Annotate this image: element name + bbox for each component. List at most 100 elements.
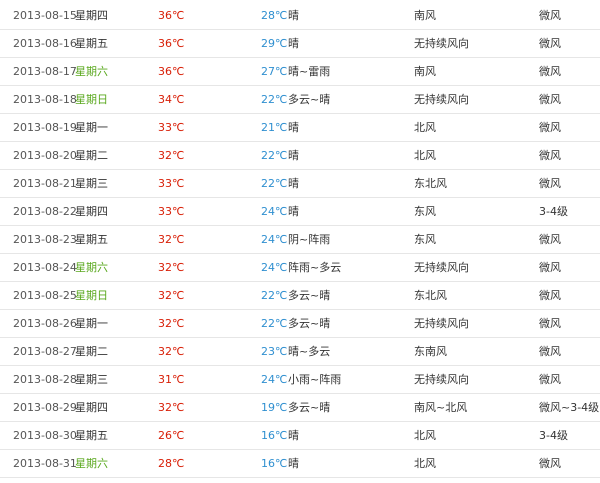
condition-cell: 小雨~阵雨 [288, 373, 342, 386]
high-temp-cell: 32℃ [158, 401, 185, 414]
high-temp-cell: 28℃ [158, 457, 185, 470]
low-temp-cell: 22℃ [261, 93, 288, 106]
weekday-cell: 星期四 [75, 401, 108, 414]
date-cell: 2013-08-22 [13, 205, 77, 218]
condition-cell: 晴 [288, 177, 299, 190]
date-cell: 2013-08-29 [13, 401, 77, 414]
wind-direction-cell: 东北风 [414, 289, 447, 302]
wind-direction-cell: 无持续风向 [414, 261, 469, 274]
condition-cell: 多云~晴 [288, 93, 331, 106]
weather-row: 2013-08-20 星期二 32℃ 22℃ 晴 北风 微风 [0, 142, 600, 170]
date-cell: 2013-08-30 [13, 429, 77, 442]
weather-row: 2013-08-23 星期五 32℃ 24℃ 阴~阵雨 东风 微风 [0, 226, 600, 254]
wind-power-cell: 微风 [539, 37, 561, 50]
date-cell: 2013-08-25 [13, 289, 77, 302]
weather-row: 2013-08-22 星期四 33℃ 24℃ 晴 东风 3-4级 [0, 198, 600, 226]
wind-power-cell: 微风 [539, 65, 561, 78]
low-temp-cell: 16℃ [261, 429, 288, 442]
wind-direction-cell: 东北风 [414, 177, 447, 190]
high-temp-cell: 32℃ [158, 289, 185, 302]
wind-direction-cell: 南风~北风 [414, 401, 468, 414]
condition-cell: 多云~晴 [288, 317, 331, 330]
weather-row: 2013-08-25 星期日 32℃ 22℃ 多云~晴 东北风 微风 [0, 282, 600, 310]
wind-direction-cell: 东南风 [414, 345, 447, 358]
wind-direction-cell: 北风 [414, 457, 436, 470]
date-cell: 2013-08-21 [13, 177, 77, 190]
high-temp-cell: 36℃ [158, 37, 185, 50]
condition-cell: 晴 [288, 121, 299, 134]
wind-direction-cell: 南风 [414, 9, 436, 22]
condition-cell: 阴~阵雨 [288, 233, 331, 246]
high-temp-cell: 32℃ [158, 345, 185, 358]
date-cell: 2013-08-16 [13, 37, 77, 50]
wind-power-cell: 微风 [539, 261, 561, 274]
low-temp-cell: 19℃ [261, 401, 288, 414]
date-cell: 2013-08-31 [13, 457, 77, 470]
low-temp-cell: 16℃ [261, 457, 288, 470]
low-temp-cell: 28℃ [261, 9, 288, 22]
weekday-cell: 星期五 [75, 233, 108, 246]
wind-power-cell: 微风 [539, 373, 561, 386]
low-temp-cell: 27℃ [261, 65, 288, 78]
weekday-cell: 星期一 [75, 317, 108, 330]
condition-cell: 晴 [288, 205, 299, 218]
weekday-cell: 星期六 [75, 457, 108, 470]
low-temp-cell: 24℃ [261, 205, 288, 218]
wind-power-cell: 微风~3-4级 [539, 401, 600, 414]
high-temp-cell: 26℃ [158, 429, 185, 442]
wind-power-cell: 微风 [539, 149, 561, 162]
wind-power-cell: 微风 [539, 345, 561, 358]
date-cell: 2013-08-15 [13, 9, 77, 22]
high-temp-cell: 32℃ [158, 261, 185, 274]
weekday-cell: 星期一 [75, 121, 108, 134]
wind-power-cell: 微风 [539, 177, 561, 190]
wind-power-cell: 3-4级 [539, 205, 568, 218]
weather-row: 2013-08-21 星期三 33℃ 22℃ 晴 东北风 微风 [0, 170, 600, 198]
weather-row: 2013-08-27 星期二 32℃ 23℃ 晴~多云 东南风 微风 [0, 338, 600, 366]
condition-cell: 晴 [288, 429, 299, 442]
low-temp-cell: 21℃ [261, 121, 288, 134]
weekday-cell: 星期六 [75, 261, 108, 274]
wind-direction-cell: 北风 [414, 429, 436, 442]
weekday-cell: 星期五 [75, 37, 108, 50]
date-cell: 2013-08-28 [13, 373, 77, 386]
weekday-cell: 星期三 [75, 373, 108, 386]
date-cell: 2013-08-27 [13, 345, 77, 358]
weather-row: 2013-08-29 星期四 32℃ 19℃ 多云~晴 南风~北风 微风~3-4… [0, 394, 600, 422]
weather-row: 2013-08-24 星期六 32℃ 24℃ 阵雨~多云 无持续风向 微风 [0, 254, 600, 282]
wind-power-cell: 微风 [539, 289, 561, 302]
condition-cell: 多云~晴 [288, 289, 331, 302]
date-cell: 2013-08-26 [13, 317, 77, 330]
wind-direction-cell: 东风 [414, 233, 436, 246]
wind-direction-cell: 东风 [414, 205, 436, 218]
high-temp-cell: 36℃ [158, 9, 185, 22]
weather-row: 2013-08-30 星期五 26℃ 16℃ 晴 北风 3-4级 [0, 422, 600, 450]
high-temp-cell: 32℃ [158, 233, 185, 246]
weather-row: 2013-08-28 星期三 31℃ 24℃ 小雨~阵雨 无持续风向 微风 [0, 366, 600, 394]
condition-cell: 多云~晴 [288, 401, 331, 414]
weekday-cell: 星期四 [75, 205, 108, 218]
low-temp-cell: 24℃ [261, 261, 288, 274]
wind-direction-cell: 无持续风向 [414, 37, 469, 50]
date-cell: 2013-08-18 [13, 93, 77, 106]
low-temp-cell: 22℃ [261, 149, 288, 162]
date-cell: 2013-08-17 [13, 65, 77, 78]
weekday-cell: 星期四 [75, 9, 108, 22]
low-temp-cell: 24℃ [261, 233, 288, 246]
condition-cell: 晴~雷雨 [288, 65, 331, 78]
wind-direction-cell: 无持续风向 [414, 93, 469, 106]
date-cell: 2013-08-20 [13, 149, 77, 162]
condition-cell: 晴 [288, 457, 299, 470]
weather-row: 2013-08-16 星期五 36℃ 29℃ 晴 无持续风向 微风 [0, 30, 600, 58]
date-cell: 2013-08-23 [13, 233, 77, 246]
condition-cell: 晴 [288, 9, 299, 22]
wind-power-cell: 微风 [539, 233, 561, 246]
low-temp-cell: 22℃ [261, 177, 288, 190]
low-temp-cell: 24℃ [261, 373, 288, 386]
weekday-cell: 星期日 [75, 93, 108, 106]
wind-power-cell: 微风 [539, 317, 561, 330]
condition-cell: 阵雨~多云 [288, 261, 342, 274]
high-temp-cell: 33℃ [158, 177, 185, 190]
wind-power-cell: 微风 [539, 9, 561, 22]
weekday-cell: 星期二 [75, 345, 108, 358]
